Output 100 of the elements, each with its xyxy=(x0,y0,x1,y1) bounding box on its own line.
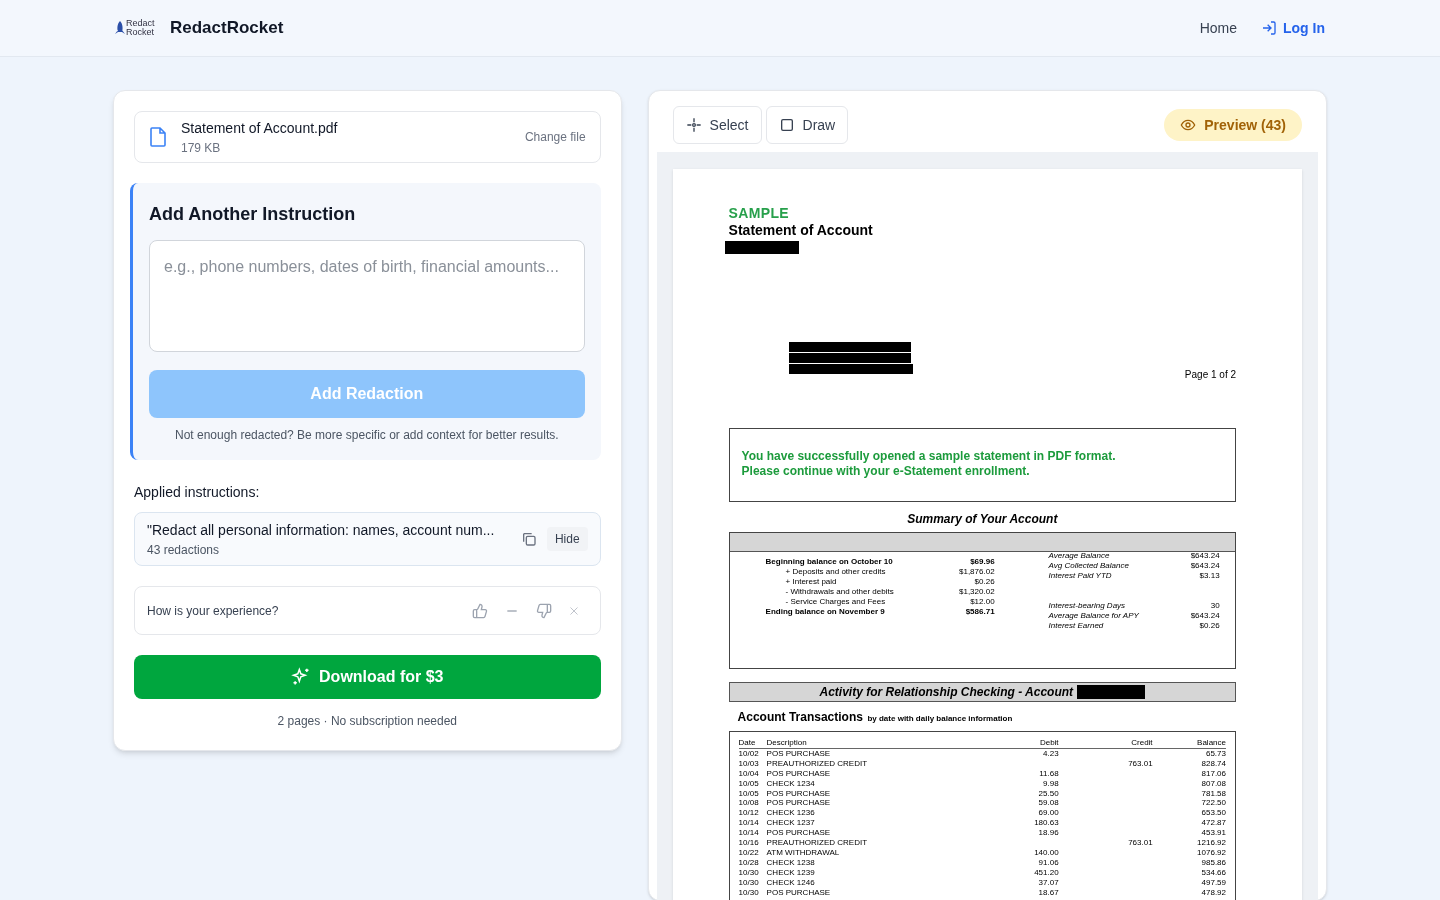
table-cell-text: CHECK 1237 xyxy=(766,818,816,829)
table-cell-text: POS PURCHASE xyxy=(766,798,832,809)
summary-label: - Service Charges and Fees xyxy=(784,597,886,607)
table-cell-text: 817.06 xyxy=(1200,768,1226,779)
table-cell-text: POS PURCHASE xyxy=(766,887,832,898)
table-cell-text: CHECK 1239 xyxy=(766,867,816,878)
table-cell-text: CHECK 1246 xyxy=(766,877,816,888)
table-cell-text: 807.08 xyxy=(1200,778,1226,789)
hide-button[interactable]: Hide xyxy=(546,527,588,552)
file-size: 179 KB xyxy=(181,139,222,157)
table-cell-text: 10/05 xyxy=(738,778,760,789)
sparkles-icon xyxy=(291,667,312,688)
table-cell-text: 65.73 xyxy=(1204,748,1226,759)
file-icon xyxy=(149,127,167,147)
summary-title: Summary of Your Account xyxy=(906,511,1059,528)
summary-value: $643.24 xyxy=(1190,611,1220,621)
instruction-text: "Redact all personal information: names, account num... xyxy=(147,520,496,540)
summary-value: $1,876.02 xyxy=(959,567,995,577)
summary-label: Interest-bearing Days xyxy=(1048,601,1126,611)
download-note: 2 pages · No subscription needed xyxy=(276,713,458,730)
table-cell-text: POS PURCHASE xyxy=(766,788,832,799)
column-header: Credit xyxy=(1130,738,1153,748)
table-cell-text: CHECK 1236 xyxy=(766,808,816,819)
copy-icon[interactable] xyxy=(520,531,537,548)
summary-label: + Interest paid xyxy=(784,577,837,587)
column-header: Date xyxy=(738,738,757,748)
table-cell-text: 18.96 xyxy=(1037,828,1059,839)
summary-label: Average Balance for APY xyxy=(1048,611,1139,621)
table-cell-text: 18.67 xyxy=(1037,887,1059,898)
summary-value: $0.26 xyxy=(1199,621,1220,631)
table-cell-text: 10/30 xyxy=(738,887,760,898)
table-cell-text: 10/14 xyxy=(738,818,760,829)
table-cell-text: 722.50 xyxy=(1200,798,1226,809)
table-cell-text: 10/22 xyxy=(738,847,760,858)
nav-link[interactable]: Home xyxy=(1199,17,1237,39)
table-cell-text: CHECK 1238 xyxy=(766,857,816,868)
preview-button[interactable]: Preview (43) xyxy=(1164,109,1302,141)
table-cell-text: 10/30 xyxy=(738,867,760,878)
table-cell-text: 11.68 xyxy=(1038,768,1059,779)
table-cell-text: ATM WITHDRAWAL xyxy=(766,847,841,858)
login-icon xyxy=(1261,20,1277,36)
summary-label: Ending balance on November 9 xyxy=(765,607,885,617)
thumbs-up-icon[interactable] xyxy=(471,602,488,619)
table-cell-text: 91.06 xyxy=(1037,857,1059,868)
summary-value: $12.00 xyxy=(970,597,995,607)
summary-value: $643.24 xyxy=(1190,551,1220,561)
table-cell-text: POS PURCHASE xyxy=(766,828,832,839)
table-cell-text: 1076.92 xyxy=(1196,847,1226,858)
table-cell-text: 140.00 xyxy=(1033,847,1059,858)
table-cell-text: 10/14 xyxy=(738,828,760,839)
summary-value: $69.96 xyxy=(970,557,995,567)
brand-name: RedactRocket xyxy=(170,17,284,40)
summary-value: $643.24 xyxy=(1190,561,1220,571)
table-cell-text: 37.07 xyxy=(1037,877,1059,888)
eye-icon xyxy=(1180,117,1197,133)
summary-value: $1,320.02 xyxy=(959,587,995,597)
login-link[interactable]: Log In xyxy=(1261,17,1325,39)
summary-label: Beginning balance on October 10 xyxy=(765,557,893,567)
table-cell-text: 478.92 xyxy=(1200,887,1226,898)
square-icon xyxy=(778,117,795,133)
change-file-link[interactable]: Change file xyxy=(524,128,586,146)
table-cell-text: CHECK 1234 xyxy=(766,778,816,789)
column-header: Balance xyxy=(1196,738,1226,748)
summary-label: + Deposits and other credits xyxy=(784,567,886,577)
document-title: Statement of Account xyxy=(728,221,874,239)
table-cell-text: 453.91 xyxy=(1200,828,1226,839)
table-cell-text: 497.59 xyxy=(1200,877,1226,888)
notice-text: You have successfully opened a sample statement in PDF format. Please continue with your e-Statement enrollment. xyxy=(741,449,1117,479)
summary-label: Average Balance xyxy=(1048,551,1110,561)
file-name: Statement of Account.pdf xyxy=(181,118,339,138)
table-cell-text: 10/08 xyxy=(738,798,760,809)
table-cell-text: 985.86 xyxy=(1200,857,1226,868)
table-cell-text: 781.58 xyxy=(1200,788,1226,799)
summary-value: $0.26 xyxy=(974,577,995,587)
close-icon[interactable] xyxy=(567,604,580,617)
table-cell-text: 59.08 xyxy=(1037,798,1059,809)
thumbs-down-icon[interactable] xyxy=(535,602,552,619)
table-cell-text: 10/03 xyxy=(738,758,760,769)
table-cell-text: POS PURCHASE xyxy=(766,768,832,779)
table-cell-text: 69.00 xyxy=(1037,808,1059,819)
select-tool-button[interactable]: Select xyxy=(672,106,762,144)
summary-label: Interest Earned xyxy=(1048,621,1104,631)
section-label: Applied instructions: xyxy=(134,483,261,503)
table-cell-text: 10/04 xyxy=(738,768,760,779)
table-cell-text: 763.01 xyxy=(1127,838,1153,848)
logo[interactable]: Redact Rocket xyxy=(115,19,156,37)
table-cell-text: 451.20 xyxy=(1033,867,1059,878)
summary-value: 30 xyxy=(1210,601,1220,611)
table-cell-text: POS PURCHASE xyxy=(766,748,832,759)
summary-label: Avg Collected Balance xyxy=(1048,561,1129,571)
table-cell-text: 534.66 xyxy=(1200,867,1226,878)
feedback-question: How is your experience? xyxy=(147,602,280,620)
table-cell-text: PREAUTHORIZED CREDIT xyxy=(766,758,869,769)
table-cell-text: 10/12 xyxy=(738,808,760,819)
table-cell-text: 10/02 xyxy=(738,748,760,759)
summary-label: Interest Paid YTD xyxy=(1048,571,1112,581)
redaction-bar xyxy=(1077,685,1146,699)
draw-tool-button[interactable]: Draw xyxy=(765,106,849,144)
table-cell-text: 653.50 xyxy=(1200,808,1226,819)
table-cell-text: 10/30 xyxy=(738,877,760,888)
